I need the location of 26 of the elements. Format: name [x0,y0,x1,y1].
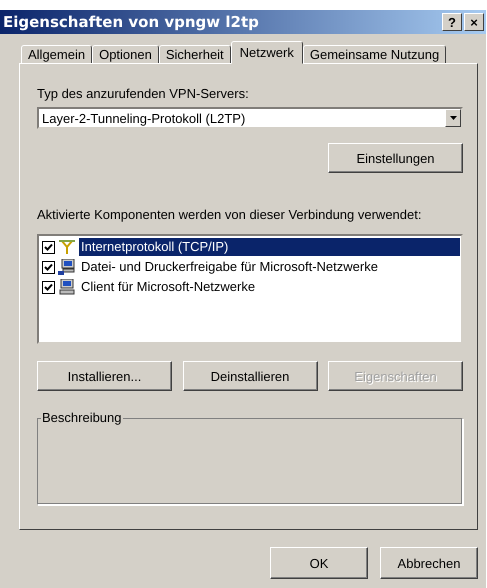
window-title: Eigenschaften von vpngw l2tp [3,13,259,31]
tab[interactable]: Gemeinsame Nutzung [302,45,446,64]
checkbox[interactable] [42,240,55,254]
uninstall-button[interactable]: Deinstallieren [182,361,318,391]
component-item[interactable]: Internetprotokoll (TCP/IP) [79,238,460,256]
vpn-type-dropdown[interactable]: Layer-2-Tunneling-Protokoll (L2TP) [37,107,463,129]
close-button[interactable]: × [464,13,484,31]
computer-icon [58,279,76,295]
group-title: Beschreibung [41,410,122,425]
tab[interactable]: Allgemein [21,45,92,64]
components-label: Aktivierte Komponenten werden von dieser Verbindung verwendet: [37,207,422,223]
checkbox[interactable] [42,280,55,294]
install-button[interactable]: Installieren... [37,361,172,391]
settings-button[interactable]: Einstellungen [328,143,463,173]
checkbox[interactable] [42,260,55,274]
ok-button[interactable]: OK [270,547,368,579]
vpn-type-label: Typ des anzurufenden VPN-Servers: [37,86,250,102]
tab[interactable]: Netzwerk [230,41,303,64]
component-item[interactable]: Client für Microsoft-Netzwerke [79,278,258,296]
component-item[interactable]: Datei- und Druckerfreigabe für Microsoft-Netzwerke [79,258,380,276]
tab[interactable]: Sicherheit [158,45,231,64]
cancel-button[interactable]: Abbrechen [380,547,478,579]
tab[interactable]: Optionen [92,45,159,64]
help-button[interactable]: ? [442,13,462,31]
computer-icon [58,259,76,275]
network-protocol-icon [58,239,76,255]
